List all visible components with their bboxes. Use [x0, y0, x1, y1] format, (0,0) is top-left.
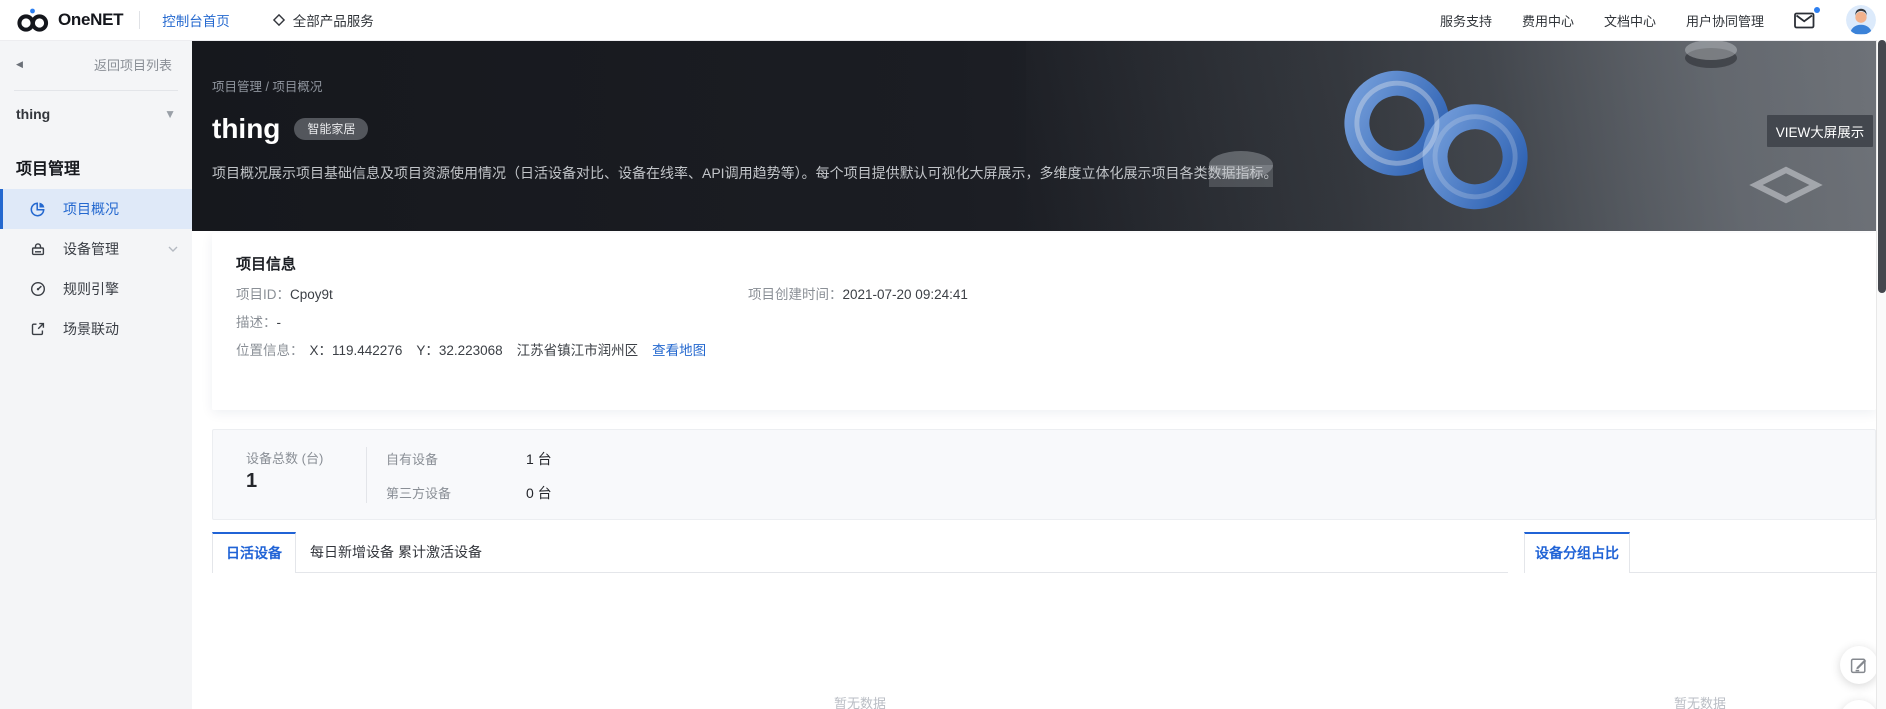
page-title: thing [212, 113, 281, 144]
own-devices-value: 1 台 [526, 451, 552, 467]
edit-icon [1850, 656, 1868, 674]
onenet-logo-text: OneNET [58, 10, 124, 29]
feedback-edit-fab[interactable] [1840, 646, 1878, 684]
page-scrollbar [1876, 40, 1886, 709]
sidebar-item-label: 设备管理 [63, 241, 119, 257]
banner-decorative-art [1026, 40, 1886, 231]
sidebar-item-project-overview[interactable]: 项目概况 [0, 189, 192, 229]
location-x-value: X：119.442276 [309, 343, 403, 358]
top-navbar: OneNET 控制台首页 全部产品服务 服务支持 费用中心 文档中心 用户协同管… [0, 0, 1886, 41]
back-to-project-list[interactable]: ◀ 返回项目列表 [0, 40, 192, 88]
location-field: 位置信息： X：119.442276 Y：32.223068 江苏省镇江市润州区 查看地… [236, 339, 706, 359]
nav-link-support[interactable]: 服务支持 [1440, 11, 1492, 30]
location-address: 江苏省镇江市润州区 [516, 343, 639, 358]
back-label: 返回项目列表 [93, 57, 172, 73]
tab-total-activated-devices[interactable]: 累计激活设备 [398, 532, 482, 572]
project-selector-value: thing [16, 106, 51, 122]
location-y-value: Y：32.223068 [416, 343, 503, 358]
device-group-card: 设备分组占比 暂无数据 [1524, 532, 1876, 709]
sidebar-item-label: 项目概况 [63, 201, 119, 217]
project-selector[interactable]: thing ▼ [0, 91, 192, 137]
project-id-field: 项目ID：Cpoy9t [236, 287, 333, 302]
total-devices-label: 设备总数 (台) [246, 451, 324, 466]
scrollbar-thumb[interactable] [1878, 40, 1886, 293]
sidebar-item-label: 规则引擎 [63, 281, 119, 297]
description-label: 描述： [236, 315, 277, 330]
project-id-label: 项目ID： [236, 287, 290, 302]
device-stats-card: 设备总数 (台) 1 自有设备 1 台 第三方设备 0 台 [212, 429, 1876, 520]
project-category-badge: 智能家居 [294, 118, 369, 140]
sidebar: ◀ 返回项目列表 thing ▼ 项目管理 项目概况 设备管理 规则引擎 场景联… [0, 40, 192, 709]
chevron-down-icon: ▼ [164, 107, 176, 121]
onenet-logo[interactable]: OneNET [16, 7, 124, 33]
console-home-link[interactable]: 控制台首页 [162, 10, 230, 30]
onenet-logo-icon [16, 7, 52, 33]
mail-icon[interactable] [1794, 7, 1820, 29]
device-charts-card: 日活设备 每日新增设备 累计激活设备 暂无数据 [212, 532, 1508, 709]
nav-divider [139, 11, 141, 29]
third-party-devices-label: 第三方设备 [386, 486, 452, 501]
onenet-console-page: OneNET 控制台首页 全部产品服务 服务支持 费用中心 文档中心 用户协同管… [0, 0, 1886, 709]
total-devices-value: 1 [246, 470, 258, 492]
device-group-tabstrip: 设备分组占比 [1524, 532, 1876, 573]
empty-data-text: 暂无数据 [833, 696, 886, 709]
nav-link-collaboration[interactable]: 用户协同管理 [1686, 11, 1764, 30]
nav-link-billing[interactable]: 费用中心 [1522, 11, 1574, 30]
view-map-link[interactable]: 查看地图 [652, 343, 706, 358]
created-time-value: 2021-07-20 09:24:41 [842, 287, 968, 302]
project-info-title: 项目信息 [236, 256, 297, 273]
sidebar-section-title: 项目管理 [16, 161, 81, 178]
project-hero-banner: 项目管理 / 项目概况 thing 智能家居 项目概况展示项目基础信息及项目资源… [192, 40, 1886, 231]
diamond-icon [272, 13, 286, 27]
user-avatar[interactable] [1846, 5, 1876, 35]
view-dashboard-button[interactable]: VIEW大屏展示 [1767, 115, 1873, 147]
gauge-icon [30, 281, 46, 297]
unread-dot [1814, 7, 1820, 13]
own-devices-label: 自有设备 [386, 452, 439, 467]
sidebar-item-device-management[interactable]: 设备管理 [0, 229, 192, 269]
project-id-value: Cpoy9t [290, 287, 333, 302]
created-time-label: 项目创建时间： [748, 287, 843, 302]
all-products-menu[interactable]: 全部产品服务 [272, 10, 374, 30]
pie-chart-icon [30, 201, 46, 217]
description-field: 描述：- [236, 311, 281, 331]
back-arrow-icon: ◀ [16, 58, 23, 69]
scene-link-icon [30, 321, 46, 337]
tab-daily-new-devices[interactable]: 每日新增设备 [310, 532, 394, 572]
tab-device-group-ratio[interactable]: 设备分组占比 [1524, 532, 1630, 573]
breadcrumb: 项目管理 / 项目概况 [212, 80, 323, 94]
project-info-card: 项目信息 项目ID：Cpoy9t 项目创建时间：2021-07-20 09:24… [212, 233, 1876, 410]
sidebar-item-scene-linkage[interactable]: 场景联动 [0, 309, 192, 349]
project-description: 项目概况展示项目基础信息及项目资源使用情况（日活设备对比、设备在线率、API调用… [212, 165, 1278, 181]
device-lock-icon [30, 241, 46, 257]
location-label: 位置信息： [236, 343, 304, 358]
description-value: - [276, 315, 282, 330]
device-charts-tabstrip: 日活设备 每日新增设备 累计激活设备 [212, 532, 1508, 573]
chevron-down-icon [168, 246, 178, 252]
all-products-label: 全部产品服务 [292, 14, 374, 29]
third-party-devices-value: 0 台 [526, 485, 552, 501]
tab-daily-active-devices[interactable]: 日活设备 [212, 532, 296, 573]
sidebar-item-label: 场景联动 [63, 321, 119, 337]
stats-divider [366, 447, 367, 503]
sidebar-item-rule-engine[interactable]: 规则引擎 [0, 269, 192, 309]
nav-link-docs[interactable]: 文档中心 [1604, 11, 1656, 30]
empty-data-text: 暂无数据 [1673, 696, 1726, 709]
created-time-field: 项目创建时间：2021-07-20 09:24:41 [748, 283, 968, 303]
